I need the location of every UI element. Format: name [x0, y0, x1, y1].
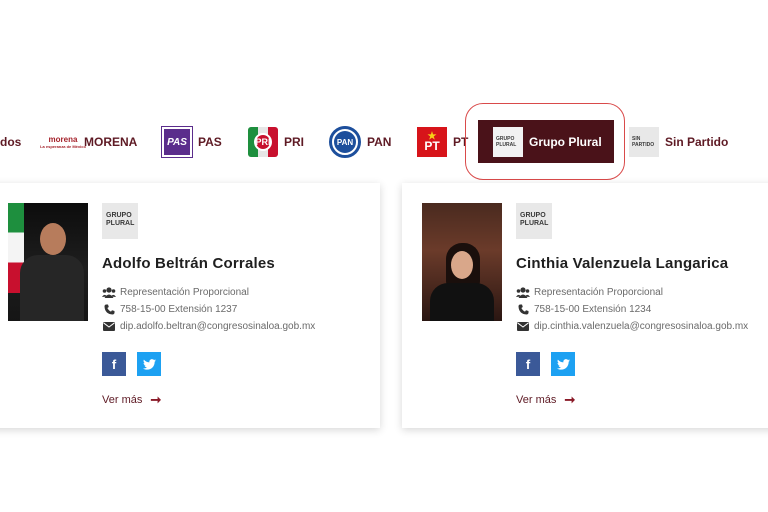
ver-mas-link[interactable]: Ver más ➞ [516, 392, 748, 408]
party-badge: GRUPO PLURAL [516, 203, 552, 239]
tab-pan[interactable]: PAN PAN [329, 126, 392, 158]
tab-label: Sin Partido [665, 135, 729, 149]
tab-todos[interactable]: dos [0, 127, 21, 157]
pt-logo-icon: ★ PT [417, 127, 447, 157]
phone-text: 758-15-00 Extensión 1234 [534, 304, 652, 315]
tab-grupo-plural[interactable]: GRUPO PLURAL Grupo Plural [478, 120, 614, 163]
phone-row: 758-15-00 Extensión 1234 [516, 301, 748, 318]
ver-mas-label: Ver más [102, 394, 143, 406]
morena-logo-icon: morena La esperanza de México [40, 134, 86, 149]
tab-morena[interactable]: morena La esperanza de México MORENA [40, 127, 138, 157]
sin-partido-logo-icon: SIN PARTIDO [629, 127, 659, 157]
email-link[interactable]: dip.cinthia.valenzuela@congresosinaloa.g… [534, 321, 748, 332]
users-icon [102, 287, 116, 298]
pan-logo-icon: PAN [329, 126, 361, 158]
tab-pt[interactable]: ★ PT PT [417, 127, 468, 157]
deputy-card: GRUPO PLURAL Adolfo Beltrán Corrales Rep… [0, 183, 380, 428]
email-row[interactable]: dip.adolfo.beltran@congresosinaloa.gob.m… [102, 318, 315, 335]
pas-logo-icon: PAS [161, 126, 193, 158]
envelope-icon [516, 322, 530, 331]
facebook-icon: f [525, 356, 531, 372]
deputy-card: GRUPO PLURAL Cinthia Valenzuela Langaric… [402, 183, 768, 428]
tab-label: MORENA [84, 135, 138, 149]
tab-label: PAS [198, 135, 222, 149]
tab-label: PRI [284, 135, 305, 149]
email-row[interactable]: dip.cinthia.valenzuela@congresosinaloa.g… [516, 318, 748, 335]
twitter-icon [142, 358, 156, 370]
grupo-plural-logo-icon: GRUPO PLURAL [493, 126, 523, 157]
tab-pri[interactable]: PRI PRI [248, 127, 304, 157]
users-icon [516, 287, 530, 298]
email-link[interactable]: dip.adolfo.beltran@congresosinaloa.gob.m… [120, 321, 315, 332]
deputy-name: Adolfo Beltrán Corrales [102, 255, 275, 272]
phone-row: 758-15-00 Extensión 1237 [102, 301, 315, 318]
phone-text: 758-15-00 Extensión 1237 [120, 304, 238, 315]
facebook-button[interactable]: f [516, 352, 540, 376]
twitter-button[interactable] [551, 352, 575, 376]
representation-text: Representación Proporcional [534, 287, 663, 298]
representation-row: Representación Proporcional [516, 284, 748, 301]
representation-row: Representación Proporcional [102, 284, 315, 301]
tab-label: PAN [367, 135, 392, 149]
party-badge: GRUPO PLURAL [102, 203, 138, 239]
tab-label: Grupo Plural [529, 134, 602, 149]
phone-icon [102, 304, 116, 315]
ver-mas-label: Ver más [516, 394, 557, 406]
envelope-icon [102, 322, 116, 331]
party-filter-bar: dos morena La esperanza de México MORENA… [0, 100, 768, 182]
ver-mas-link[interactable]: Ver más ➞ [102, 392, 315, 408]
phone-icon [516, 304, 530, 315]
deputy-photo [422, 203, 502, 321]
arrow-right-icon: ➞ [564, 392, 576, 407]
pri-logo-icon: PRI [248, 127, 278, 157]
tab-pas[interactable]: PAS PAS [161, 126, 222, 158]
arrow-right-icon: ➞ [150, 392, 162, 407]
tab-sin-partido[interactable]: SIN PARTIDO Sin Partido [629, 127, 728, 157]
deputy-name: Cinthia Valenzuela Langarica [516, 255, 729, 272]
twitter-button[interactable] [137, 352, 161, 376]
twitter-icon [556, 358, 570, 370]
tab-label: dos [0, 135, 22, 149]
deputy-photo [8, 203, 88, 321]
facebook-button[interactable]: f [102, 352, 126, 376]
representation-text: Representación Proporcional [120, 287, 249, 298]
tab-label: PT [453, 135, 469, 149]
facebook-icon: f [111, 356, 117, 372]
